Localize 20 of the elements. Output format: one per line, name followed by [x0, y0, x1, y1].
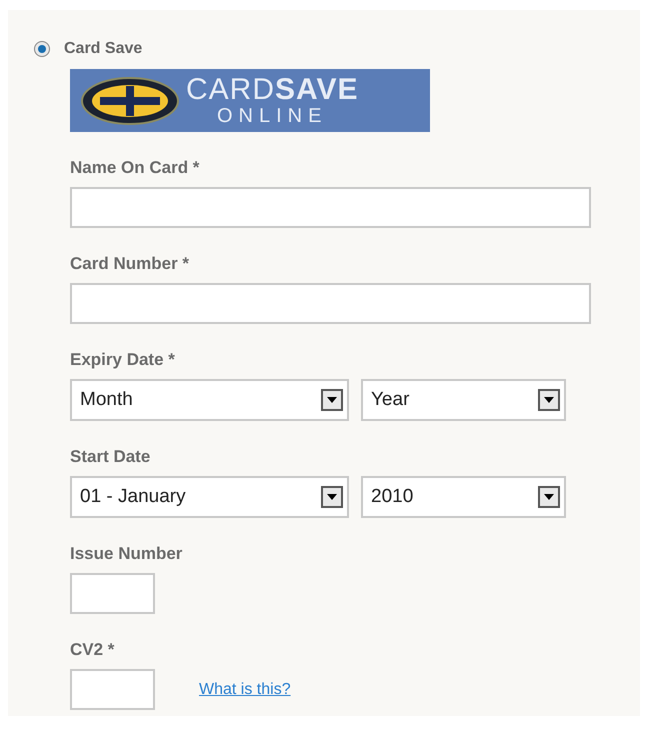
- radio-button[interactable]: [34, 41, 50, 57]
- dropdown[interactable]: 01 - January: [70, 476, 349, 518]
- field-label: Name On Card *: [70, 158, 200, 178]
- field-label: CV2 *: [70, 640, 114, 660]
- dropdown[interactable]: Year: [361, 379, 566, 421]
- field-label: Start Date: [70, 447, 150, 467]
- input-field[interactable]: [70, 669, 155, 710]
- help-link[interactable]: What is this?: [199, 680, 291, 698]
- field-label: Card Number *: [70, 254, 190, 274]
- logo-subtitle: ONLINE: [217, 104, 328, 126]
- input-field[interactable]: [70, 283, 591, 324]
- logo-icon: [80, 76, 180, 126]
- input-field[interactable]: [70, 573, 155, 614]
- field-label: Expiry Date *: [70, 350, 175, 370]
- option-label: Card Save: [64, 40, 142, 58]
- dropdown[interactable]: 2010: [361, 476, 566, 518]
- logo-wordmark: CARDSAVE: [186, 74, 358, 104]
- dropdown[interactable]: Month: [70, 379, 349, 421]
- input-field[interactable]: [70, 187, 591, 228]
- field-label: Issue Number: [70, 544, 182, 564]
